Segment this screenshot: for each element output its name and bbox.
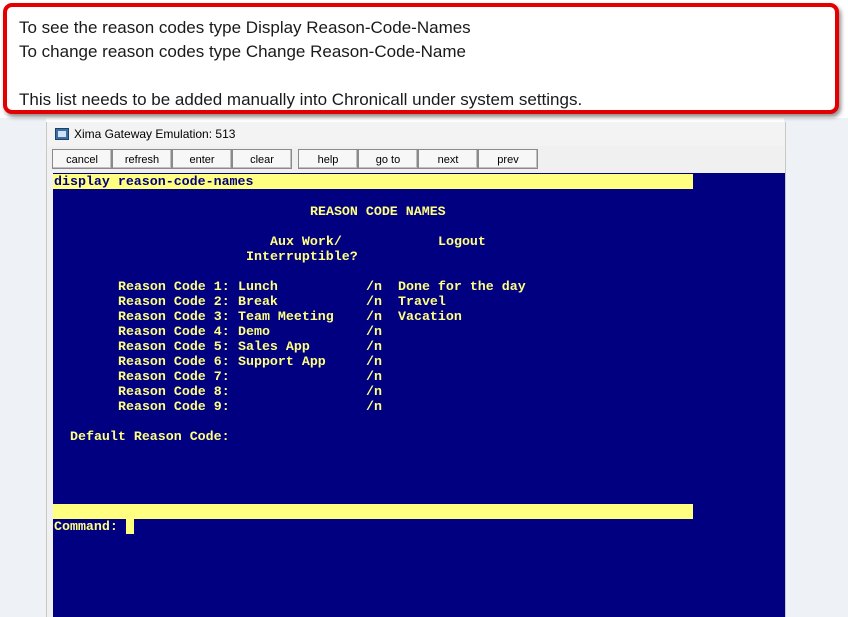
app-icon xyxy=(55,128,69,140)
callout-line-4: This list needs to be added manually int… xyxy=(19,90,583,109)
reason-code-interruptible-flag[interactable]: /n xyxy=(366,279,382,294)
go-to-page-button[interactable]: go to page xyxy=(358,149,418,184)
reason-code-interruptible-flag[interactable]: /n xyxy=(366,309,382,324)
reason-code-interruptible-flag[interactable]: /n xyxy=(366,294,382,309)
reason-code-label: Reason Code 7: xyxy=(118,369,230,384)
reason-code-label: Reason Code 3: xyxy=(118,309,230,324)
next-page-button[interactable]: next page xyxy=(418,149,478,184)
interruptible-header: Interruptible? xyxy=(246,249,358,264)
background-panel-left xyxy=(0,118,46,617)
aux-work-header: Aux Work/ xyxy=(270,234,342,249)
reason-code-aux-name[interactable]: Lunch xyxy=(238,279,278,294)
reason-code-aux-name[interactable]: Break xyxy=(238,294,278,309)
reason-code-interruptible-flag[interactable]: /n xyxy=(366,384,382,399)
reason-code-logout-name[interactable]: Done for the day xyxy=(398,279,526,294)
reason-code-aux-name[interactable]: Support App xyxy=(238,354,326,369)
reason-code-label: Reason Code 8: xyxy=(118,384,230,399)
reason-code-interruptible-flag[interactable]: /n xyxy=(366,369,382,384)
prev-page-button[interactable]: prev page xyxy=(478,149,538,184)
toolbar: cancel refresh enter clear help go to pa… xyxy=(47,148,785,184)
logout-header: Logout xyxy=(438,234,486,249)
callout-line-1: To see the reason codes type Display Rea… xyxy=(19,18,471,37)
text-cursor xyxy=(126,519,134,534)
reason-code-label: Reason Code 5: xyxy=(118,339,230,354)
command-line-text: display reason-code-names xyxy=(54,174,254,189)
reason-code-logout-name[interactable]: Travel xyxy=(398,294,446,309)
instruction-callout: To see the reason codes type Display Rea… xyxy=(3,3,839,114)
reason-code-interruptible-flag[interactable]: /n xyxy=(366,354,382,369)
reason-code-aux-name[interactable]: Sales App xyxy=(238,339,310,354)
reason-code-label: Reason Code 1: xyxy=(118,279,230,294)
reason-code-label: Reason Code 6: xyxy=(118,354,230,369)
cancel-button[interactable]: cancel xyxy=(52,149,112,169)
window-titlebar: Xima Gateway Emulation: 513 xyxy=(47,122,785,146)
emulator-window: Xima Gateway Emulation: 513 cancel refre… xyxy=(46,122,786,617)
terminal-screen[interactable]: display reason-code-names REASON CODE NA… xyxy=(53,173,785,617)
reason-code-interruptible-flag[interactable]: /n xyxy=(366,324,382,339)
window-title: Xima Gateway Emulation: 513 xyxy=(74,127,236,141)
callout-line-3 xyxy=(19,64,823,88)
reason-code-label: Reason Code 9: xyxy=(118,399,230,414)
refresh-button[interactable]: refresh xyxy=(112,149,172,169)
command-prompt: Command: xyxy=(54,519,118,534)
command-line-bar: display reason-code-names xyxy=(53,174,693,189)
callout-line-2: To change reason codes type Change Reaso… xyxy=(19,42,466,61)
reason-code-label: Reason Code 4: xyxy=(118,324,230,339)
reason-code-label: Reason Code 2: xyxy=(118,294,230,309)
help-button[interactable]: help xyxy=(298,149,358,169)
reason-code-interruptible-flag[interactable]: /n xyxy=(366,339,382,354)
default-reason-code-label: Default Reason Code: xyxy=(70,429,230,444)
reason-code-aux-name[interactable]: Team Meeting xyxy=(238,309,334,324)
background-panel-right xyxy=(784,118,848,617)
screen-heading: REASON CODE NAMES xyxy=(310,204,446,219)
reason-code-logout-name[interactable]: Vacation xyxy=(398,309,462,324)
reason-code-aux-name[interactable]: Demo xyxy=(238,324,270,339)
enter-button[interactable]: enter xyxy=(172,149,232,169)
clear-button[interactable]: clear xyxy=(232,149,292,169)
message-bar xyxy=(53,504,693,519)
reason-code-interruptible-flag[interactable]: /n xyxy=(366,399,382,414)
